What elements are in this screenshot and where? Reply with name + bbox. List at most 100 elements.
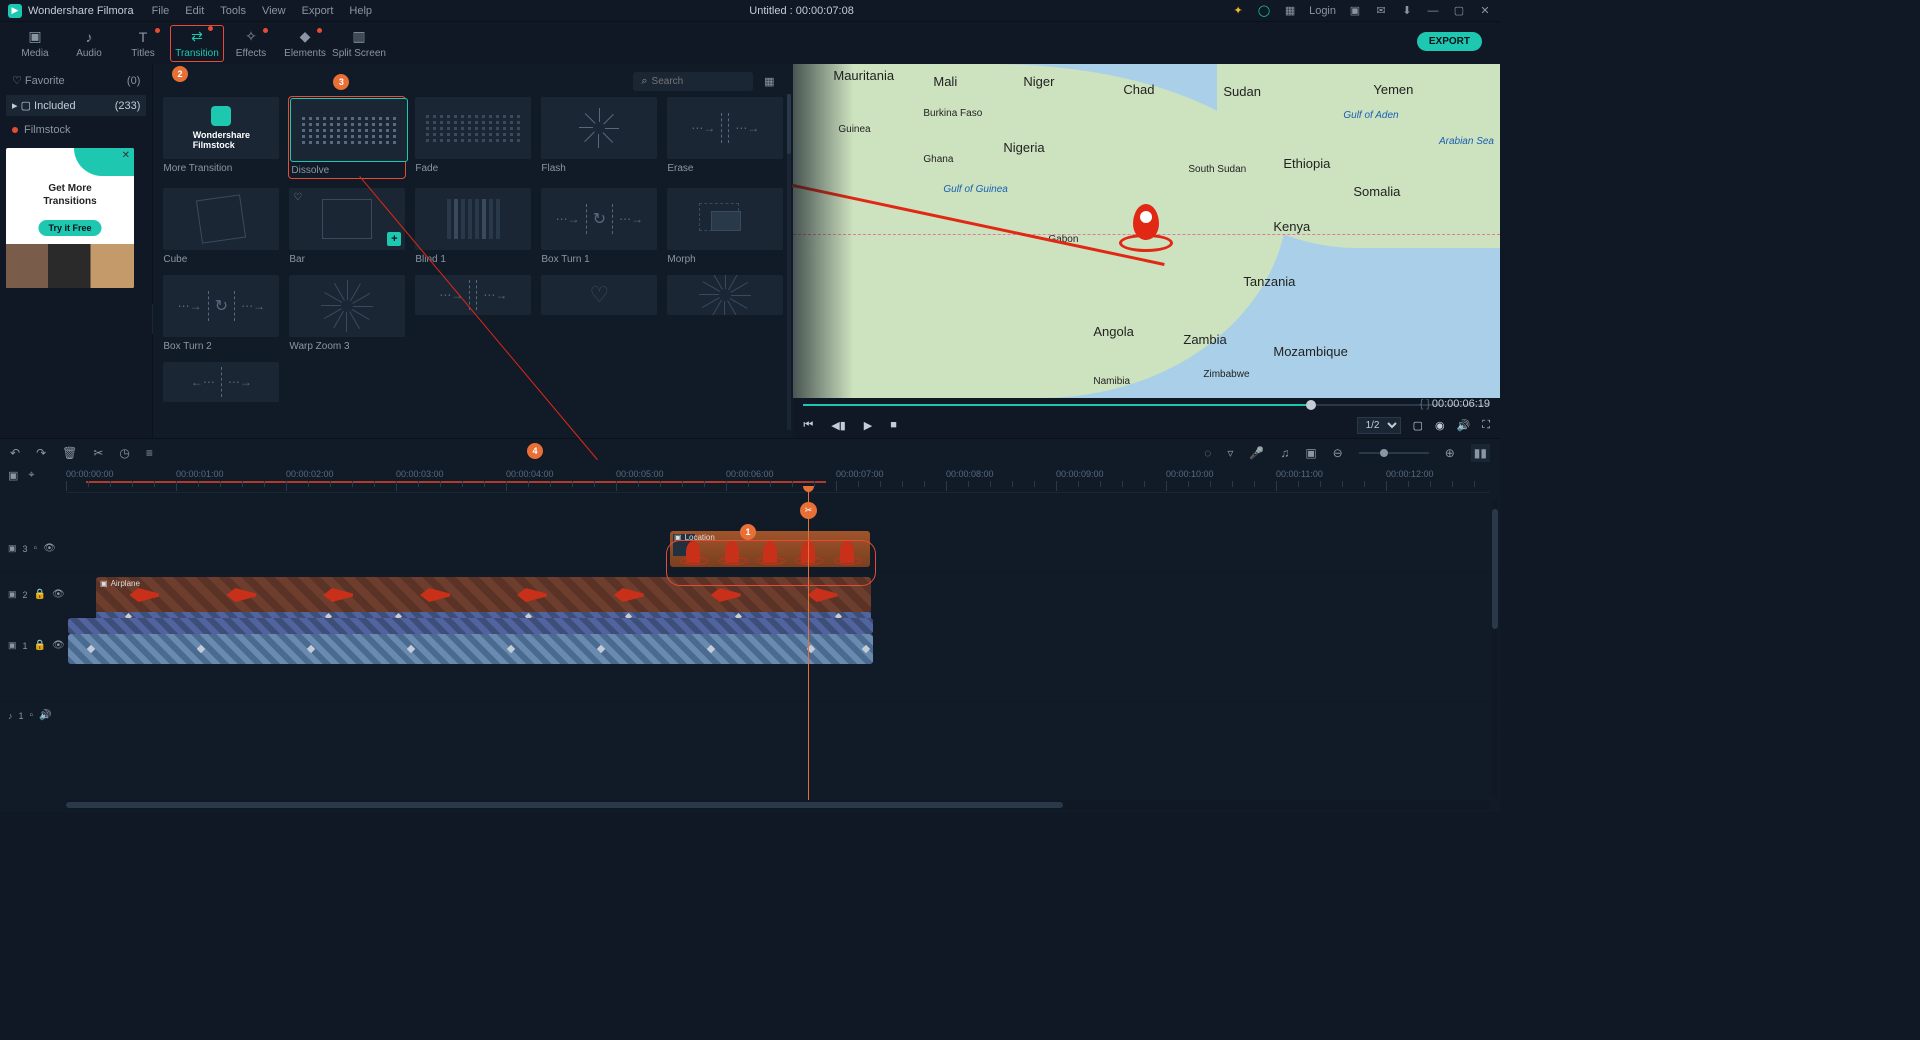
marker-icon[interactable]: ▿ [1227, 446, 1233, 460]
tab-transition[interactable]: ⇄Transition [170, 25, 224, 62]
cloud-icon[interactable]: ⬇ [1400, 4, 1414, 18]
transition-dissolve[interactable]: Dissolve [289, 97, 405, 178]
tab-media[interactable]: ▣Media [8, 28, 62, 59]
title-bar: ▶ Wondershare Filmora File Edit Tools Vi… [0, 0, 1500, 22]
redo-icon[interactable]: ↷ [36, 446, 46, 460]
transitions-browser: ⌕ ▦ WondershareFilmstockMore TransitionD… [153, 64, 793, 438]
transition-fade[interactable]: Fade [415, 97, 531, 178]
volume-icon[interactable]: 🔊 [1457, 419, 1471, 432]
camera-icon[interactable]: ◉ [1435, 419, 1445, 432]
tab-split-screen[interactable]: ▥Split Screen [332, 28, 386, 59]
render-icon[interactable]: ◌ [1204, 446, 1211, 460]
window-maximize-icon[interactable]: ▢ [1452, 4, 1466, 18]
track-settings-icon[interactable]: ▣ [8, 469, 18, 482]
clip-map[interactable] [68, 634, 873, 664]
split-icon[interactable]: ✂ [93, 446, 103, 460]
audio-mixer-icon[interactable]: ♫ [1280, 446, 1289, 460]
crop-icon[interactable]: ▣ [1305, 446, 1316, 460]
transition-bar[interactable]: ♡+Bar [289, 188, 405, 265]
grid-view-icon[interactable]: ▦ [761, 74, 777, 90]
menu-help[interactable]: Help [349, 5, 372, 17]
promo-cta-button[interactable]: Try it Free [38, 220, 101, 236]
speaker-icon[interactable]: 🔊 [39, 710, 51, 721]
transition-item-13[interactable]: ♡ [541, 275, 657, 352]
playhead[interactable]: ✂ [808, 486, 809, 800]
mute-icon[interactable]: ▫ [30, 710, 34, 721]
zoom-slider[interactable] [1359, 452, 1429, 454]
menu-export[interactable]: Export [302, 5, 334, 17]
preview-scrubber[interactable]: { } 00:00:06:19 [803, 398, 1490, 412]
visibility-icon[interactable]: 👁 [52, 589, 65, 600]
transition-icon: ⇄ [171, 28, 223, 46]
magnetic-icon[interactable]: ⌖ [28, 469, 34, 482]
transition-box-turn-2[interactable]: ⋯→↻⋯→Box Turn 2 [163, 275, 279, 352]
track-audio-1: ♪1▫🔊 [0, 702, 1500, 730]
sidebar-filmstock[interactable]: Filmstock [6, 120, 146, 140]
timeline-h-scrollbar[interactable] [66, 800, 1490, 810]
lock-icon[interactable]: 🔒 [34, 640, 46, 651]
menu-tools[interactable]: Tools [220, 5, 246, 17]
promo-close-icon[interactable]: ✕ [122, 150, 130, 161]
browser-scrollbar[interactable] [787, 94, 791, 430]
favorite-icon[interactable]: ♡ [293, 192, 302, 203]
transition-item-14[interactable] [667, 275, 783, 352]
stop-icon[interactable]: ■ [890, 419, 897, 431]
timeline-v-scrollbar[interactable] [1492, 499, 1498, 798]
gift-icon[interactable]: ▦ [1283, 4, 1297, 18]
prev-frame-icon[interactable]: ⏮ [803, 419, 813, 432]
lock-icon[interactable]: ▫ [34, 543, 38, 554]
adjust-icon[interactable]: ≡ [146, 446, 153, 460]
tab-audio[interactable]: ♪Audio [62, 28, 116, 59]
mail-icon[interactable]: ✉ [1374, 4, 1388, 18]
transition-more-transition[interactable]: WondershareFilmstockMore Transition [163, 97, 279, 178]
transition-erase[interactable]: ⋯→⋯→Erase [667, 97, 783, 178]
menu-edit[interactable]: Edit [185, 5, 204, 17]
zoom-fit-icon[interactable]: ▮▮ [1471, 444, 1490, 462]
transition-label: Fade [415, 163, 531, 174]
preview-canvas[interactable]: Mauritania Mali Niger Chad Sudan Yemen B… [793, 64, 1500, 398]
transition-blind-1[interactable]: Blind 1 [415, 188, 531, 265]
menu-view[interactable]: View [262, 5, 286, 17]
headset-icon[interactable]: ◯ [1257, 4, 1271, 18]
promo-card[interactable]: ✕ Get MoreTransitions Try it Free [6, 148, 134, 288]
export-button[interactable]: EXPORT [1417, 32, 1482, 51]
transition-flash[interactable]: Flash [541, 97, 657, 178]
zoom-in-icon[interactable]: ⊕ [1445, 446, 1455, 460]
fullscreen-icon[interactable]: ⛶ [1482, 419, 1490, 432]
login-link[interactable]: Login [1309, 4, 1336, 18]
visibility-icon[interactable]: 👁 [43, 543, 56, 554]
sidebar-favorite[interactable]: ♡ Favorite (0) [6, 70, 146, 91]
voiceover-icon[interactable]: 🎤 [1249, 446, 1264, 460]
clip-map-top[interactable] [68, 618, 873, 634]
snapshot-icon[interactable]: ▢ [1413, 419, 1423, 432]
preview-scale-select[interactable]: 1/2 [1357, 417, 1401, 434]
lock-icon[interactable]: 🔒 [34, 589, 46, 600]
transition-warp-zoom-3[interactable]: Warp Zoom 3 [289, 275, 405, 352]
transition-box-turn-1[interactable]: ⋯→↻⋯→Box Turn 1 [541, 188, 657, 265]
sidebar-included[interactable]: ▸ ▢ Included (233) [6, 95, 146, 116]
delete-icon[interactable]: 🗑 [62, 446, 77, 460]
tab-titles[interactable]: TTitles [116, 28, 170, 59]
transition-cube[interactable]: Cube [163, 188, 279, 265]
window-minimize-icon[interactable]: — [1426, 4, 1440, 18]
transition-item-15[interactable]: ←⋯⋯→ [163, 362, 279, 402]
tab-effects[interactable]: ✧Effects [224, 28, 278, 59]
play-icon[interactable]: ▶ [864, 419, 872, 432]
spark-icon[interactable]: ✦ [1231, 4, 1245, 18]
save-icon[interactable]: ▣ [1348, 4, 1362, 18]
tab-elements[interactable]: ◆Elements [278, 28, 332, 59]
speed-icon[interactable]: ◷ [119, 446, 129, 460]
zoom-out-icon[interactable]: ⊖ [1333, 446, 1343, 460]
step-back-icon[interactable]: ◀▮ [831, 419, 846, 432]
window-close-icon[interactable]: ✕ [1478, 4, 1492, 18]
undo-icon[interactable]: ↶ [10, 446, 20, 460]
effects-icon: ✧ [224, 28, 278, 46]
scrub-handle[interactable] [1306, 400, 1316, 410]
transition-morph[interactable]: Morph [667, 188, 783, 265]
scissors-icon[interactable]: ✂ [800, 502, 817, 519]
menu-file[interactable]: File [152, 5, 170, 17]
add-icon[interactable]: + [387, 232, 401, 246]
search-input[interactable]: ⌕ [633, 72, 753, 91]
visibility-icon[interactable]: 👁 [52, 640, 65, 651]
status-dot-icon [12, 127, 18, 133]
